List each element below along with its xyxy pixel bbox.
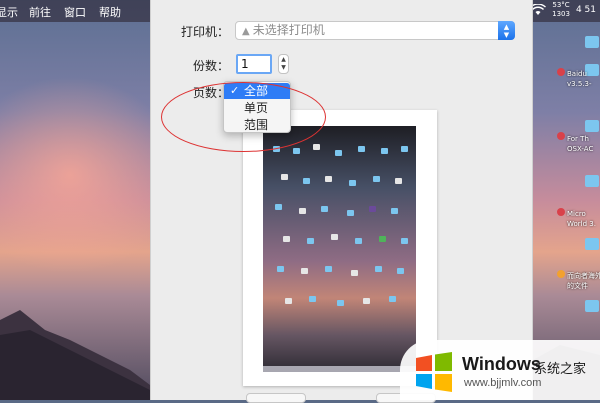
temperature-value: 53°C	[552, 1, 570, 9]
desktop-item-label: Baidu	[567, 70, 587, 78]
desktop-item-label: World 3.	[567, 220, 596, 228]
desktop-item-label: 的文件	[567, 282, 588, 290]
clock-partial[interactable]: 4 51	[576, 5, 596, 15]
desktop-item-label: 而向者海外	[567, 272, 600, 280]
desktop-item-label: For Th	[567, 135, 589, 143]
desktop-item-label: OSX-AC	[567, 145, 594, 153]
dialog-button[interactable]	[246, 393, 306, 403]
menu-item-go[interactable]: 前往	[29, 4, 51, 20]
fan-speed-value: 1303	[552, 10, 570, 18]
folder-icon[interactable]	[585, 120, 599, 132]
folder-icon[interactable]	[585, 300, 599, 312]
tag-dot-icon	[557, 132, 565, 140]
print-preview-image	[263, 126, 416, 372]
folder-icon[interactable]	[585, 64, 599, 76]
status-area: 53°C 1303 4 51	[530, 1, 596, 19]
tag-dot-icon	[557, 68, 565, 76]
printer-value: 未选择打印机	[252, 23, 325, 37]
tag-dot-icon	[557, 270, 565, 278]
folder-icon[interactable]	[585, 36, 599, 48]
windows-logo-icon	[416, 352, 452, 392]
desktop-item-label: v3.5.3-	[567, 80, 592, 88]
tag-dot-icon	[557, 208, 565, 216]
printer-label: 打印机：	[181, 25, 230, 39]
annotation-ellipse	[161, 82, 326, 152]
menu-item-help[interactable]: 帮助	[99, 4, 121, 20]
copies-input[interactable]: 1	[236, 54, 272, 74]
chevron-updown-icon[interactable]: ▲ ▼	[498, 21, 515, 40]
temperature-readout[interactable]: 53°C 1303	[552, 1, 570, 19]
copies-stepper[interactable]: ▲ ▼	[278, 54, 289, 74]
preview-dock	[263, 366, 416, 372]
copies-label: 份数：	[193, 59, 230, 73]
watermark: Windows 系统之家 www.bjjmlv.com	[400, 340, 600, 400]
watermark-brand: Windows	[462, 354, 541, 374]
folder-icon[interactable]	[585, 175, 599, 187]
folder-icon[interactable]	[585, 238, 599, 250]
desktop-item-label: Micro	[567, 210, 586, 218]
warning-icon: ▲	[242, 26, 250, 37]
printer-select[interactable]: ▲ 未选择打印机 ▲ ▼	[235, 21, 515, 40]
menu-item-view[interactable]: 显示	[0, 4, 18, 20]
watermark-site-name: 系统之家	[534, 362, 587, 377]
menu-item-window[interactable]: 窗口	[64, 4, 86, 20]
watermark-url: www.bjjmlv.com	[464, 377, 542, 389]
